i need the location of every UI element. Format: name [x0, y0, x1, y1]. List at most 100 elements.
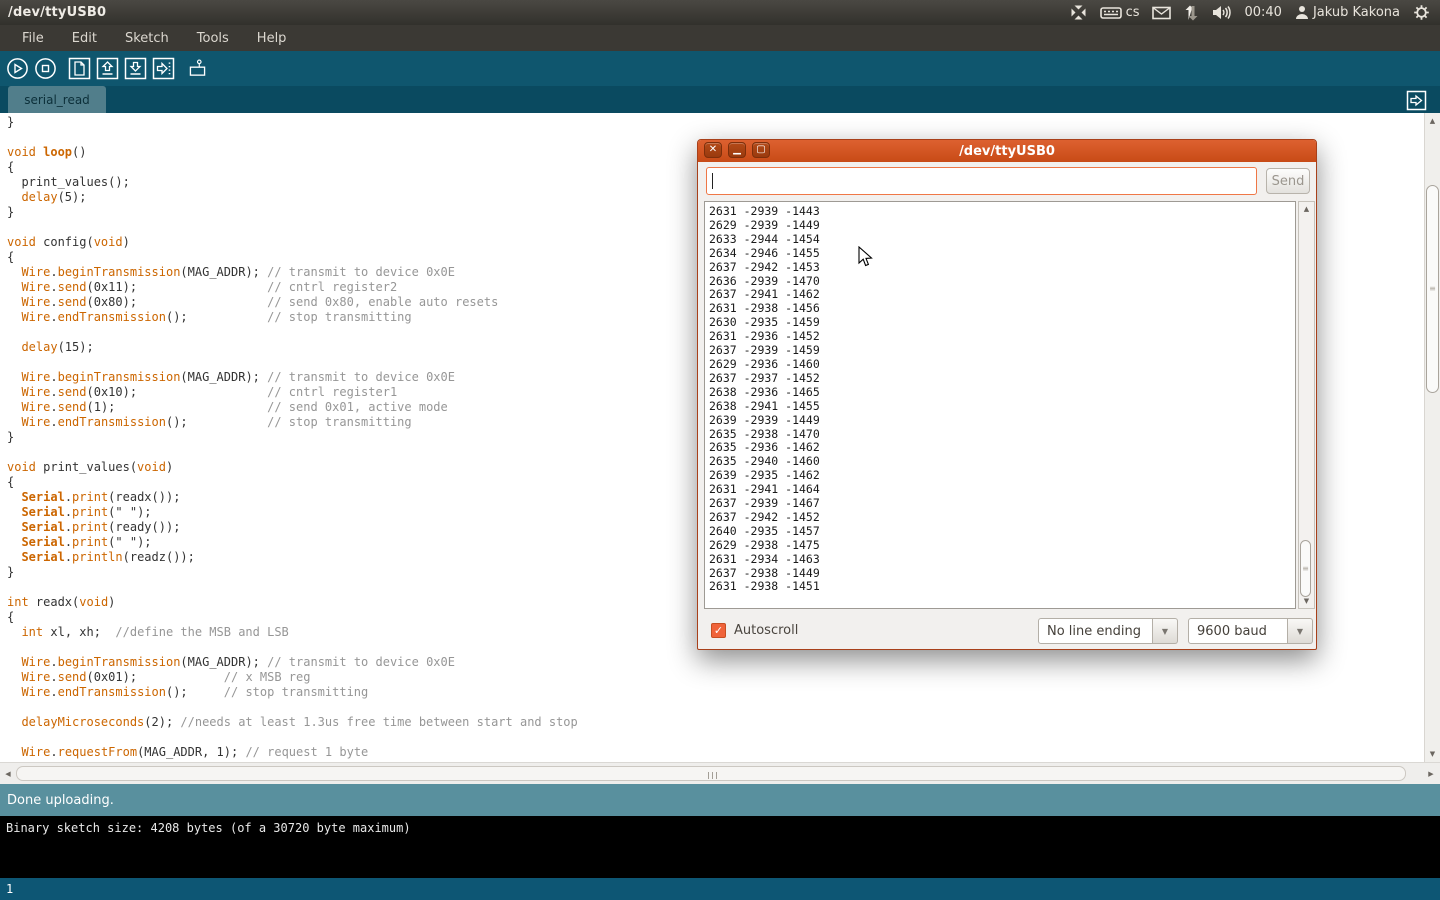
serial-line: 2638 -2941 -1455: [709, 400, 1295, 414]
editor-scrollbar-thumb[interactable]: ≡: [1426, 185, 1439, 393]
menu-help[interactable]: Help: [243, 27, 301, 50]
line-ending-select[interactable]: No line ending: [1038, 618, 1153, 644]
serial-line: 2631 -2941 -1464: [709, 483, 1295, 497]
serial-line: 2638 -2936 -1465: [709, 386, 1295, 400]
volume-icon[interactable]: [1212, 5, 1231, 20]
code-line: Wire.endTransmission(); // stop transmit…: [7, 685, 1424, 700]
session-gear-icon[interactable]: [1413, 4, 1430, 21]
code-line: Wire.requestFrom(MAG_ADDR, 1); // reques…: [7, 745, 1424, 760]
status-bar: Done uploading.: [0, 784, 1440, 816]
scroll-down-icon[interactable]: ▼: [1425, 748, 1440, 760]
console-output: Binary sketch size: 4208 bytes (of a 307…: [0, 816, 1440, 878]
horizontal-scrollbar-thumb[interactable]: [16, 766, 1406, 781]
serial-line: 2637 -2937 -1452: [709, 372, 1295, 386]
serial-send-input[interactable]: [706, 167, 1257, 195]
scroll-up-icon[interactable]: ▲: [1425, 115, 1440, 127]
chevron-down-icon[interactable]: ▼: [1153, 618, 1178, 644]
serial-line: 2639 -2935 -1462: [709, 469, 1295, 483]
upload-button[interactable]: [152, 57, 175, 80]
stop-button[interactable]: [34, 57, 57, 80]
top-panel: /dev/ttyUSB0 cs 00:40 Jakub Kakona: [0, 0, 1440, 25]
scroll-down-icon[interactable]: ▼: [1299, 595, 1314, 607]
serial-monitor-button[interactable]: [186, 57, 209, 80]
menu-file[interactable]: File: [8, 27, 58, 50]
editor-vertical-scrollbar[interactable]: ▲ ≡ ▼: [1424, 113, 1440, 762]
scrollbar-grip: ≡: [1429, 285, 1436, 293]
serial-line: 2637 -2941 -1462: [709, 288, 1295, 302]
close-icon[interactable]: ✕: [704, 142, 722, 158]
serial-scrollbar-thumb[interactable]: ≡: [1300, 540, 1311, 597]
serial-monitor-window: /dev/ttyUSB0 ✕ ▁ ▢ Send 2631 -2939 -1443…: [697, 139, 1317, 650]
mail-icon[interactable]: [1152, 6, 1171, 20]
serial-line: 2631 -2939 -1443: [709, 205, 1295, 219]
serial-line: 2639 -2939 -1449: [709, 414, 1295, 428]
keyboard-layout-indicator[interactable]: cs: [1100, 5, 1140, 20]
chevron-down-icon[interactable]: ▼: [1288, 618, 1313, 644]
menu-sketch[interactable]: Sketch: [111, 27, 183, 50]
serial-line: 2637 -2939 -1459: [709, 344, 1295, 358]
verify-button[interactable]: [6, 57, 29, 80]
window-title: /dev/ttyUSB0: [0, 5, 106, 20]
clock[interactable]: 00:40: [1244, 5, 1281, 20]
code-line: }: [7, 115, 1424, 130]
code-line: [7, 700, 1424, 715]
serial-line: 2631 -2938 -1456: [709, 302, 1295, 316]
user-icon: [1295, 5, 1309, 20]
serial-line: 2634 -2946 -1455: [709, 247, 1295, 261]
serial-line: 2635 -2936 -1462: [709, 441, 1295, 455]
user-menu[interactable]: Jakub Kakona: [1295, 5, 1400, 20]
status-message: Done uploading.: [7, 793, 114, 808]
menu-edit[interactable]: Edit: [58, 27, 111, 50]
tab-strip: serial_read: [0, 86, 1440, 113]
scroll-left-icon[interactable]: ◀: [2, 768, 14, 780]
tab-menu-button[interactable]: [1405, 90, 1427, 110]
serial-line: 2637 -2942 -1452: [709, 511, 1295, 525]
scroll-right-icon[interactable]: ▶: [1425, 768, 1437, 780]
line-number-bar: 1: [0, 878, 1440, 900]
autoscroll-label: Autoscroll: [734, 623, 798, 638]
upload-icon: [152, 57, 175, 80]
indicator-applet-icon[interactable]: [1070, 4, 1087, 21]
menu-tools[interactable]: Tools: [183, 27, 243, 50]
serial-line: 2637 -2942 -1453: [709, 261, 1295, 275]
keyboard-layout-label: cs: [1126, 5, 1140, 20]
code-line: delayMicroseconds(2); //needs at least 1…: [7, 715, 1424, 730]
serial-line: 2629 -2936 -1460: [709, 358, 1295, 372]
serial-line: 2631 -2936 -1452: [709, 330, 1295, 344]
baud-rate-select[interactable]: 9600 baud: [1188, 618, 1288, 644]
serial-monitor-controls: ✓ Autoscroll No line ending ▼ 9600 baud …: [698, 616, 1316, 651]
serial-scrollbar[interactable]: ▲ ≡ ▼: [1298, 201, 1315, 609]
serial-line: 2630 -2935 -1459: [709, 316, 1295, 330]
maximize-icon[interactable]: ▢: [752, 142, 770, 158]
open-button[interactable]: [96, 57, 119, 80]
toolbar: [0, 51, 1440, 86]
scroll-up-icon[interactable]: ▲: [1299, 203, 1314, 215]
serial-output-area[interactable]: 2631 -2939 -14432629 -2939 -14492633 -29…: [704, 201, 1296, 609]
code-line: Wire.send(0x01); // x MSB reg: [7, 670, 1424, 685]
minimize-icon[interactable]: ▁: [728, 142, 746, 158]
serial-line: 2640 -2935 -1457: [709, 525, 1295, 539]
network-arrows-icon[interactable]: [1184, 5, 1199, 21]
serial-line: 2635 -2938 -1470: [709, 428, 1295, 442]
tab-serial-read[interactable]: serial_read: [8, 86, 106, 113]
serial-line: 2629 -2939 -1449: [709, 219, 1295, 233]
autoscroll-checkbox[interactable]: ✓: [711, 623, 726, 638]
system-tray: cs 00:40 Jakub Kakona: [1070, 4, 1440, 21]
code-line: [7, 730, 1424, 745]
new-sketch-icon: [68, 57, 91, 80]
tab-menu-icon: [1406, 90, 1427, 111]
new-sketch-button[interactable]: [68, 57, 91, 80]
serial-line: 2636 -2939 -1470: [709, 275, 1295, 289]
screen: /dev/ttyUSB0 cs 00:40 Jakub Kakona: [0, 0, 1440, 900]
console-text: Binary sketch size: 4208 bytes (of a 307…: [6, 821, 411, 835]
save-button[interactable]: [124, 57, 147, 80]
save-icon: [124, 57, 147, 80]
editor-horizontal-scrollbar[interactable]: ◀ ▶: [0, 762, 1440, 784]
line-number: 1: [6, 882, 13, 896]
serial-monitor-titlebar[interactable]: /dev/ttyUSB0: [698, 140, 1316, 162]
send-button[interactable]: Send: [1266, 168, 1310, 194]
user-name: Jakub Kakona: [1313, 5, 1400, 20]
serial-line: 2631 -2934 -1463: [709, 553, 1295, 567]
tab-label: serial_read: [24, 93, 90, 107]
serial-line: 2637 -2938 -1449: [709, 567, 1295, 581]
